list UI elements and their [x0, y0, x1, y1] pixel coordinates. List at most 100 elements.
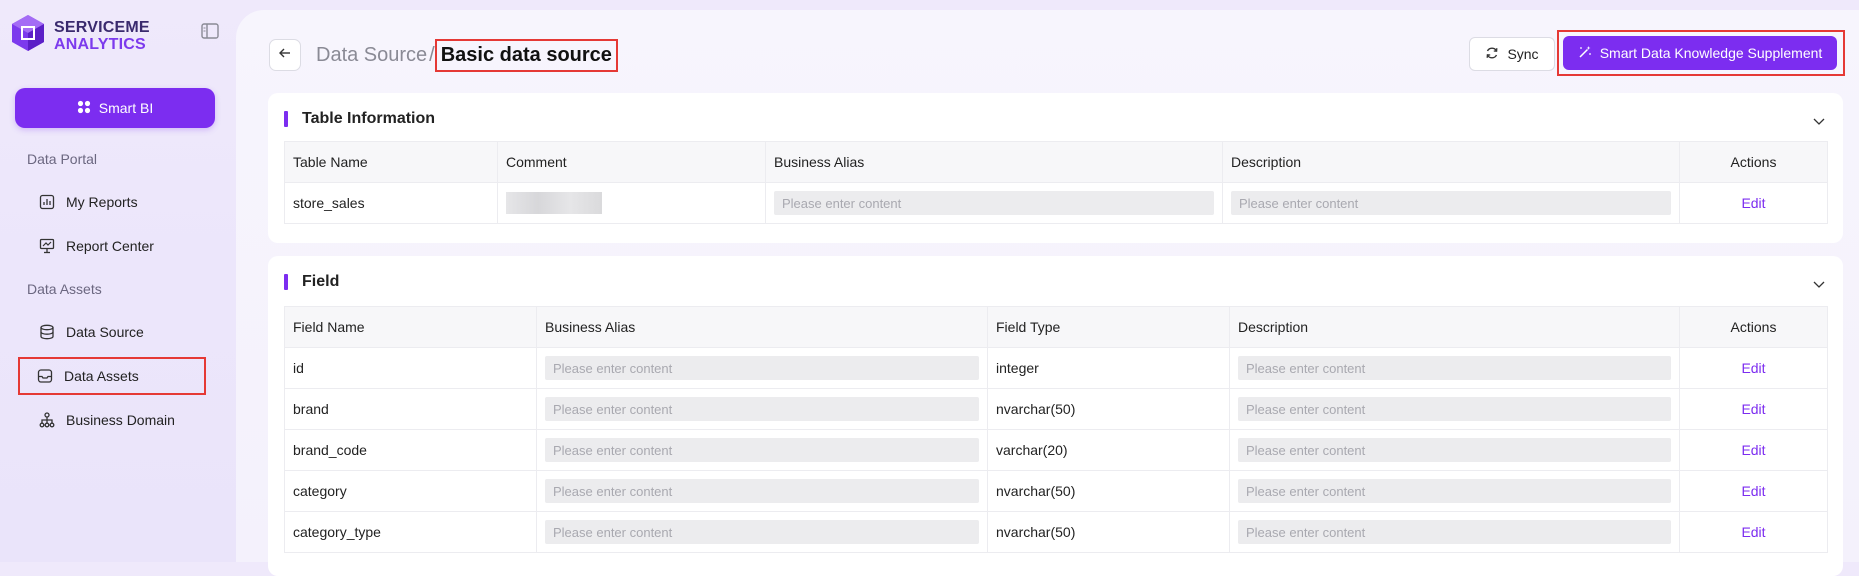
edit-link[interactable]: Edit: [1741, 442, 1765, 458]
field-name-cell: brand: [284, 388, 537, 430]
smart-bi-button[interactable]: Smart BI: [15, 88, 215, 128]
actions-cell: Edit: [1679, 429, 1828, 471]
back-button[interactable]: [269, 39, 301, 71]
edit-link[interactable]: Edit: [1741, 195, 1765, 211]
smart-button-highlight: Smart Data Knowledge Supplement: [1557, 30, 1845, 76]
description-input[interactable]: Please enter content: [1238, 479, 1671, 503]
business-alias-cell: Please enter content: [536, 347, 988, 389]
sidebar-item-business-domain[interactable]: Business Domain: [22, 403, 202, 437]
field-type-cell: integer: [987, 347, 1230, 389]
field-table: Field Name Business Alias Field Type Des…: [284, 306, 1828, 553]
breadcrumb: Data Source / Basic data source: [316, 39, 618, 72]
breadcrumb-separator: /: [429, 44, 435, 66]
presentation-icon: [38, 237, 56, 255]
section-label-data-portal: Data Portal: [27, 151, 98, 167]
breadcrumb-current: Basic data source: [434, 39, 618, 72]
chevron-down-icon[interactable]: [1813, 276, 1825, 294]
field-type-cell: nvarchar(50): [987, 470, 1230, 512]
sidebar: SERVICEME ANALYTICS Smart BI Data Portal…: [0, 0, 232, 562]
comment-cell: [497, 182, 766, 224]
business-alias-input[interactable]: Please enter content: [545, 438, 979, 462]
sidebar-item-label: My Reports: [66, 194, 138, 210]
column-header: Business Alias: [536, 306, 988, 348]
sidebar-collapse-icon[interactable]: [201, 23, 219, 44]
business-alias-input[interactable]: Please enter content: [545, 356, 979, 380]
sidebar-item-label: Business Domain: [66, 412, 175, 428]
business-alias-input[interactable]: Please enter content: [545, 397, 979, 421]
edit-link[interactable]: Edit: [1741, 524, 1765, 540]
field-name-cell: category_type: [284, 511, 537, 553]
field-title-text: Field: [302, 273, 340, 290]
smart-bi-label: Smart BI: [98, 100, 154, 116]
sidebar-item-label: Report Center: [66, 238, 154, 254]
sync-button[interactable]: Sync: [1469, 37, 1555, 71]
table-information-table: Table Name Comment Business Alias Descri…: [284, 141, 1828, 224]
sidebar-item-label: Data Assets: [64, 368, 139, 384]
edit-link[interactable]: Edit: [1741, 360, 1765, 376]
edit-link[interactable]: Edit: [1741, 401, 1765, 417]
column-header: Description: [1229, 306, 1680, 348]
edit-link[interactable]: Edit: [1741, 483, 1765, 499]
description-input[interactable]: Please enter content: [1238, 520, 1671, 544]
main-panel: Data Source / Basic data source Sync Sma…: [236, 10, 1859, 576]
redacted-comment: [506, 192, 602, 214]
description-cell: Please enter content: [1229, 347, 1680, 389]
description-input[interactable]: Please enter content: [1231, 191, 1671, 215]
table-row: brand Please enter content nvarchar(50) …: [284, 388, 1828, 430]
business-alias-cell: Please enter content: [536, 429, 988, 471]
refresh-icon: [1485, 46, 1499, 63]
business-alias-input[interactable]: Please enter content: [545, 479, 979, 503]
business-alias-cell: Please enter content: [765, 182, 1223, 224]
logo[interactable]: SERVICEME ANALYTICS: [10, 13, 150, 58]
smart-data-knowledge-label: Smart Data Knowledge Supplement: [1599, 45, 1823, 61]
table-row: category_type Please enter content nvarc…: [284, 511, 1828, 553]
column-header: Actions: [1679, 141, 1828, 183]
column-header: Field Type: [987, 306, 1230, 348]
chevron-down-icon[interactable]: [1813, 113, 1825, 131]
field-type-cell: nvarchar(50): [987, 511, 1230, 553]
column-header: Field Name: [284, 306, 537, 348]
description-cell: Please enter content: [1229, 511, 1680, 553]
table-information-card: Table Information Table Name Comment Bus…: [268, 93, 1843, 243]
description-cell: Please enter content: [1229, 388, 1680, 430]
sidebar-item-data-source[interactable]: Data Source: [22, 315, 202, 349]
field-type-cell: nvarchar(50): [987, 388, 1230, 430]
actions-cell: Edit: [1679, 347, 1828, 389]
sidebar-item-my-reports[interactable]: My Reports: [22, 185, 202, 219]
table-name-cell: store_sales: [284, 182, 498, 224]
description-input[interactable]: Please enter content: [1238, 356, 1671, 380]
breadcrumb-parent[interactable]: Data Source: [316, 44, 427, 67]
description-cell: Please enter content: [1229, 429, 1680, 471]
description-input[interactable]: Please enter content: [1238, 438, 1671, 462]
business-alias-input[interactable]: Please enter content: [545, 520, 979, 544]
business-alias-cell: Please enter content: [536, 470, 988, 512]
table-row: id Please enter content integer Please e…: [284, 347, 1828, 389]
logo-cube-icon: [10, 13, 46, 58]
actions-cell: Edit: [1679, 182, 1828, 224]
field-type-cell: varchar(20): [987, 429, 1230, 471]
sitemap-icon: [38, 411, 56, 429]
field-title: Field: [284, 272, 339, 292]
description-cell: Please enter content: [1222, 182, 1680, 224]
actions-cell: Edit: [1679, 511, 1828, 553]
smart-data-knowledge-button[interactable]: Smart Data Knowledge Supplement: [1563, 36, 1837, 70]
column-header: Actions: [1679, 306, 1828, 348]
table-information-title-text: Table Information: [302, 110, 436, 127]
column-header: Business Alias: [765, 141, 1223, 183]
actions-cell: Edit: [1679, 470, 1828, 512]
sidebar-item-label: Data Source: [66, 324, 144, 340]
description-input[interactable]: Please enter content: [1238, 397, 1671, 421]
arrow-left-icon: [278, 46, 292, 65]
title-accent-bar: [284, 274, 288, 290]
business-alias-cell: Please enter content: [536, 511, 988, 553]
business-alias-input[interactable]: Please enter content: [774, 191, 1214, 215]
title-accent-bar: [284, 111, 288, 127]
database-icon: [38, 323, 56, 341]
inbox-icon: [36, 367, 54, 385]
sidebar-item-report-center[interactable]: Report Center: [22, 229, 202, 263]
description-cell: Please enter content: [1229, 470, 1680, 512]
logo-line2: ANALYTICS: [54, 35, 146, 53]
business-alias-cell: Please enter content: [536, 388, 988, 430]
section-label-data-assets: Data Assets: [27, 281, 102, 297]
sidebar-item-data-assets[interactable]: Data Assets: [18, 357, 206, 395]
